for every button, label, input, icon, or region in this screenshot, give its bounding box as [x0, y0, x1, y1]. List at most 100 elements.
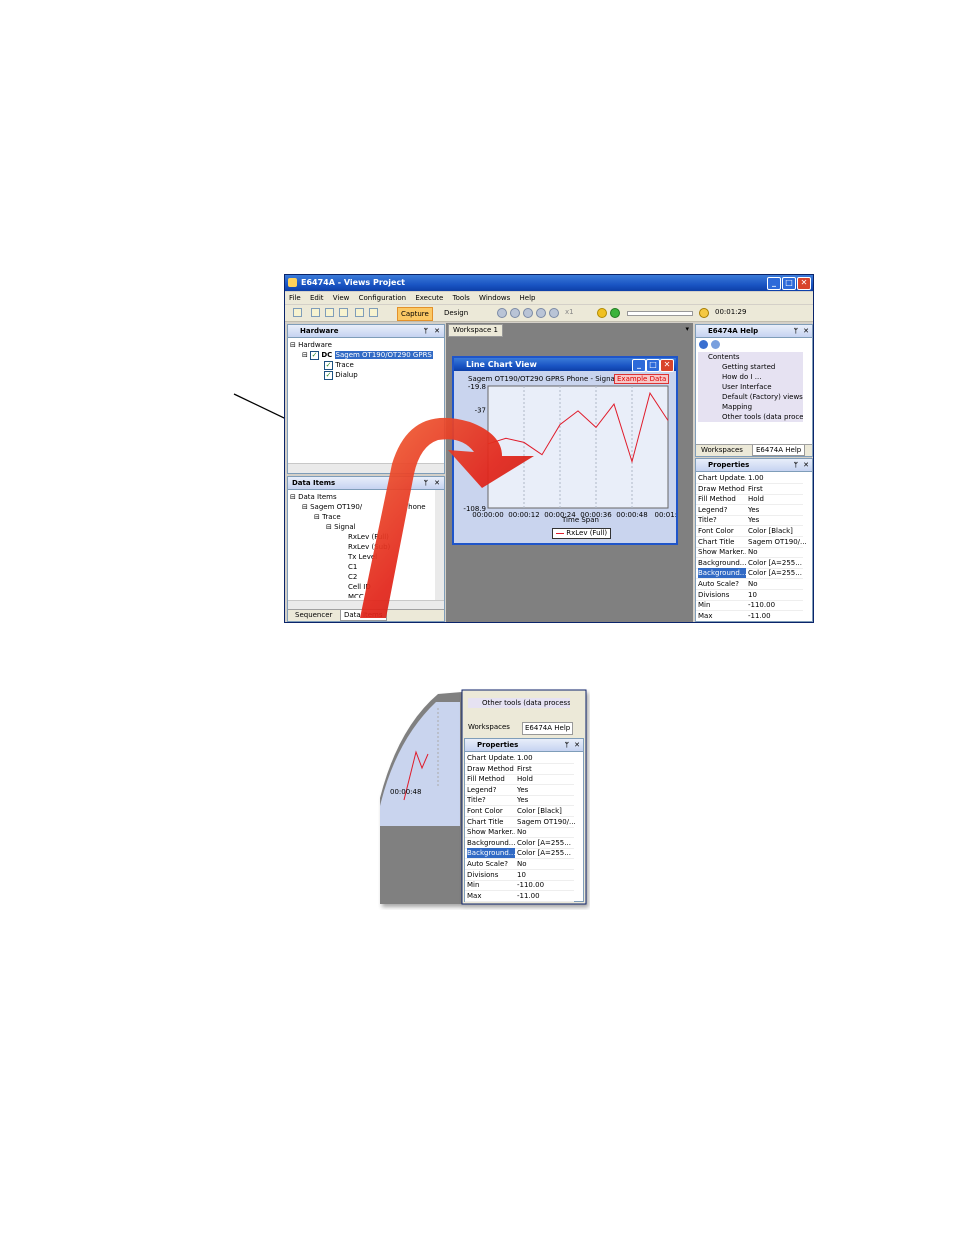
property-row[interactable]: Legend? Yes [696, 505, 803, 516]
menu-configuration[interactable]: Configuration [359, 294, 406, 302]
property-value[interactable]: Color [A=255... [748, 558, 802, 568]
property-value[interactable]: First [517, 764, 532, 774]
property-row[interactable]: Divisions 10 [696, 590, 803, 601]
property-row[interactable]: Draw Method First [696, 484, 803, 495]
property-row[interactable]: Divisions 10 [465, 870, 574, 881]
property-value[interactable]: Yes [748, 515, 759, 525]
help-item[interactable]: User Interface [698, 382, 803, 392]
menu-edit[interactable]: Edit [310, 294, 324, 302]
list-item[interactable]: Cell ID [290, 582, 434, 592]
pause-icon[interactable] [510, 308, 520, 318]
tree-node-device[interactable]: ⊟ ✓ DC Sagem OT190/OT290 GPRS [290, 350, 444, 360]
property-row[interactable]: Min -110.00 [465, 880, 574, 892]
progress-slider[interactable] [627, 311, 693, 316]
property-value[interactable]: No [748, 547, 758, 557]
window-titlebar[interactable]: E6474A - Views Project _ □ ✕ [285, 275, 813, 291]
filter-icon[interactable] [355, 308, 364, 317]
property-row[interactable]: Chart Title Sagem OT190/... [696, 537, 807, 548]
property-value[interactable]: No [517, 827, 527, 837]
property-value[interactable]: 10 [748, 590, 757, 600]
help-item[interactable]: Default (Factory) views [698, 392, 803, 402]
property-value[interactable]: Hold [748, 494, 764, 504]
list-item[interactable]: RxLev (Full) [290, 532, 434, 542]
property-value[interactable]: First [748, 484, 763, 494]
property-value[interactable]: Hold [517, 774, 533, 784]
pin-icon[interactable]: ᛘ [424, 477, 428, 489]
property-row[interactable]: Title? Yes [465, 795, 574, 807]
property-value[interactable]: -110.00 [517, 880, 544, 890]
tab-workspaces[interactable]: Workspaces [698, 445, 746, 456]
property-value[interactable]: Sagem OT190/... [517, 817, 576, 827]
menu-help[interactable]: Help [520, 294, 536, 302]
property-value[interactable]: 10 [517, 870, 526, 880]
list-item[interactable]: C2 [290, 572, 434, 582]
menu-windows[interactable]: Windows [479, 294, 510, 302]
close-icon[interactable]: ✕ [434, 477, 440, 489]
rewind-icon[interactable] [536, 308, 546, 318]
menu-view[interactable]: View [333, 294, 350, 302]
horizontal-scrollbar[interactable] [288, 463, 444, 473]
list-item[interactable]: MCC [290, 592, 434, 598]
close-icon[interactable]: ✕ [574, 739, 580, 751]
property-row[interactable]: Show Marker... No [465, 827, 574, 839]
menu-file[interactable]: File [289, 294, 301, 302]
property-value[interactable]: Yes [517, 795, 528, 805]
property-value[interactable]: Color [A=255... [517, 848, 571, 858]
property-row[interactable]: Background... Color [A=255... [465, 848, 574, 860]
tree-node-trace[interactable]: ✓ Trace [290, 360, 444, 370]
open-icon[interactable] [293, 308, 302, 317]
property-value[interactable]: -110.00 [748, 600, 775, 610]
close-icon[interactable]: ✕ [803, 459, 809, 471]
maximize-button[interactable]: □ [782, 277, 796, 290]
property-value[interactable]: Color [A=255... [517, 838, 571, 848]
property-row[interactable]: Auto Scale? No [696, 579, 803, 590]
cut-icon[interactable] [311, 308, 320, 317]
property-value[interactable]: -11.00 [748, 611, 771, 621]
tree-node-device[interactable]: ⊟ Sagem OT190/hone [290, 502, 434, 512]
capture-button[interactable]: Capture [397, 307, 433, 321]
menu-execute[interactable]: Execute [415, 294, 443, 302]
pin-icon[interactable]: ᛘ [794, 325, 798, 337]
property-row[interactable]: Fill Method Hold [465, 774, 574, 786]
tab-help[interactable]: E6474A Help [752, 445, 806, 456]
property-value[interactable]: Sagem OT190/... [748, 537, 807, 547]
property-row[interactable]: Chart Title Sagem OT190/... [465, 817, 576, 828]
property-row[interactable]: Fill Method Hold [696, 494, 803, 506]
record-icon[interactable] [597, 308, 607, 318]
list-item[interactable]: C1 [290, 562, 434, 572]
property-value[interactable]: Color [A=255... [748, 568, 802, 578]
close-button[interactable]: ✕ [797, 277, 811, 290]
property-value[interactable]: No [748, 579, 758, 589]
tab-sequencer[interactable]: Sequencer [292, 610, 335, 621]
property-value[interactable]: 1.00 [517, 753, 533, 763]
property-row[interactable]: Background... Color [A=255... [696, 558, 803, 569]
close-icon[interactable]: ✕ [803, 325, 809, 337]
property-value[interactable]: No [517, 859, 527, 869]
property-row[interactable]: Background... Color [A=255... [465, 838, 574, 849]
maximize-button[interactable]: □ [646, 359, 660, 372]
property-value[interactable]: Yes [517, 785, 528, 795]
go-icon[interactable] [610, 308, 620, 318]
property-row[interactable]: Max -11.00 [696, 611, 803, 621]
play-icon[interactable] [497, 308, 507, 318]
property-value[interactable]: Color [Black] [517, 806, 562, 816]
trace-checkbox[interactable]: ✓ [324, 360, 333, 370]
minimize-button[interactable]: _ [767, 277, 781, 290]
property-row[interactable]: Min -110.00 [696, 600, 803, 612]
help-nav-icon[interactable] [699, 340, 708, 349]
property-row[interactable]: Draw Method First [465, 764, 574, 775]
pin-icon[interactable]: ᛘ [424, 325, 428, 337]
close-icon[interactable]: ✕ [434, 325, 440, 337]
minimize-button[interactable]: _ [632, 359, 646, 372]
property-value[interactable]: Yes [748, 505, 759, 515]
tree-node-hardware[interactable]: ⊟ Hardware [290, 340, 444, 350]
help-item[interactable]: Getting started [698, 362, 803, 372]
workspace-dropdown-icon[interactable]: ▾ [685, 325, 689, 333]
dialup-checkbox[interactable]: ✓ [324, 370, 333, 380]
help-item[interactable]: How do I ... [698, 372, 803, 382]
property-row[interactable]: Font Color Color [Black] [465, 806, 574, 817]
paste-icon[interactable] [339, 308, 348, 317]
property-row[interactable]: Chart Update...1.00 [465, 753, 574, 764]
pin-icon[interactable]: ᛘ [565, 739, 569, 751]
property-row[interactable]: Font Color Color [Black] [696, 526, 803, 537]
